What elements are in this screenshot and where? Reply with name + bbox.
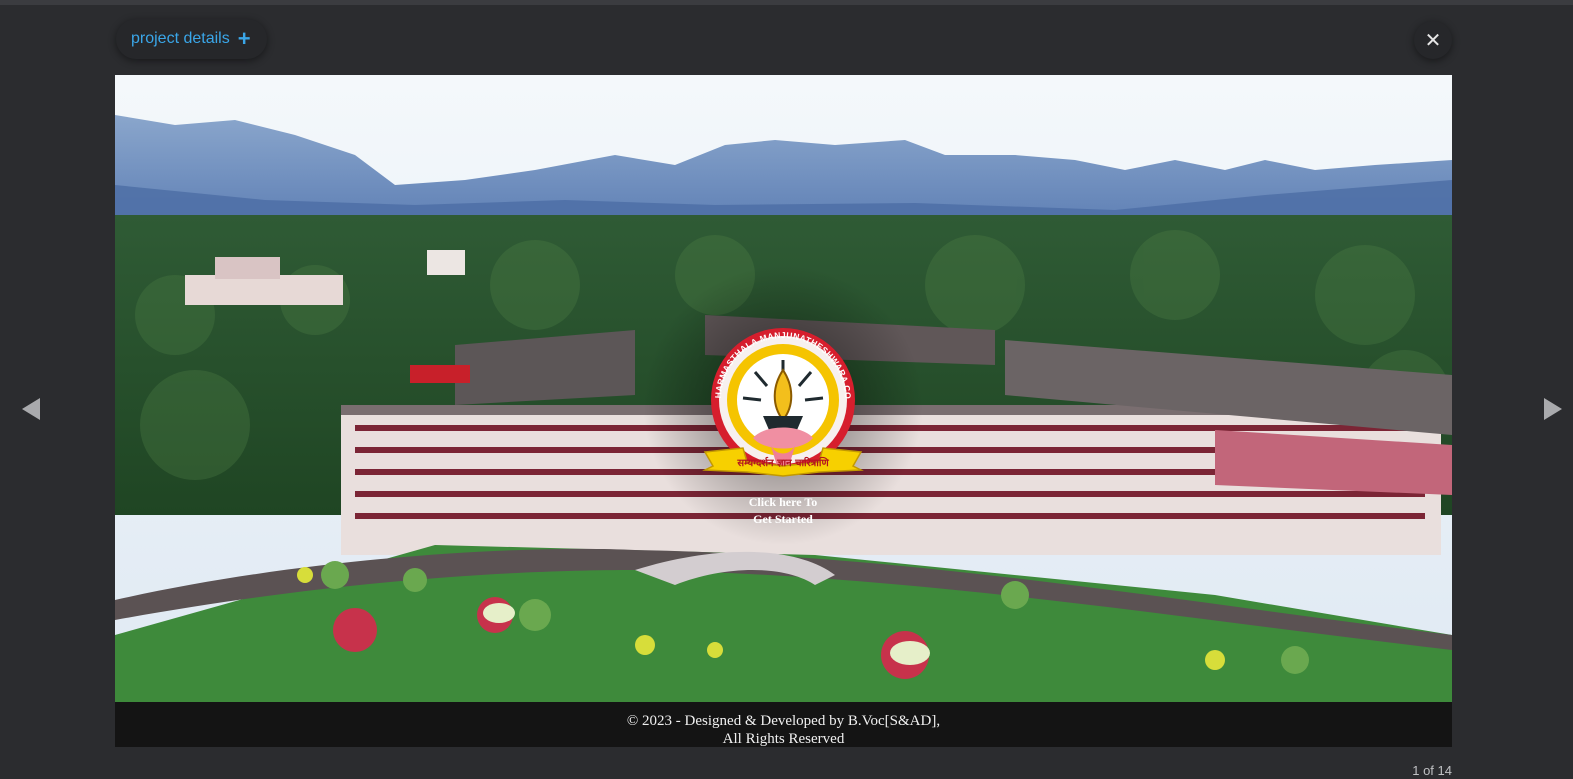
logo-banner-text: सम्यग्दर्शन ज्ञान चारित्राणि [736, 456, 829, 469]
get-started-link[interactable]: Click here To Get Started [693, 494, 873, 528]
college-emblem: सम्यग्दर्शन ज्ञान चारित्राणि SHRI DHARMA… [689, 312, 864, 477]
footer-copyright: © 2023 - Designed & Developed by B.Voc[S… [626, 713, 941, 729]
cta-line-1: Click here To [748, 495, 818, 509]
close-button[interactable]: ✕ [1414, 21, 1452, 59]
project-details-button[interactable]: project details + [116, 19, 267, 59]
slide-counter: 1 of 14 [1412, 763, 1452, 778]
top-edge [0, 0, 1573, 5]
cta-line-2: Get Started [753, 512, 813, 526]
college-logo[interactable]: सम्यग्दर्शन ज्ञान चारित्राणि SHRI DHARMA… [689, 312, 873, 535]
close-icon: ✕ [1424, 28, 1442, 52]
slide-footer: © 2023 - Designed & Developed by B.Voc[S… [115, 702, 1452, 747]
plus-icon: + [237, 26, 251, 51]
chevron-left-icon[interactable] [22, 398, 40, 420]
chevron-right-icon[interactable] [1544, 398, 1562, 420]
footer-rights: All Rights Reserved [722, 731, 845, 747]
slide-frame: सम्यग्दर्शन ज्ञान चारित्राणि SHRI DHARMA… [115, 75, 1452, 747]
project-details-label: project details [131, 30, 230, 47]
